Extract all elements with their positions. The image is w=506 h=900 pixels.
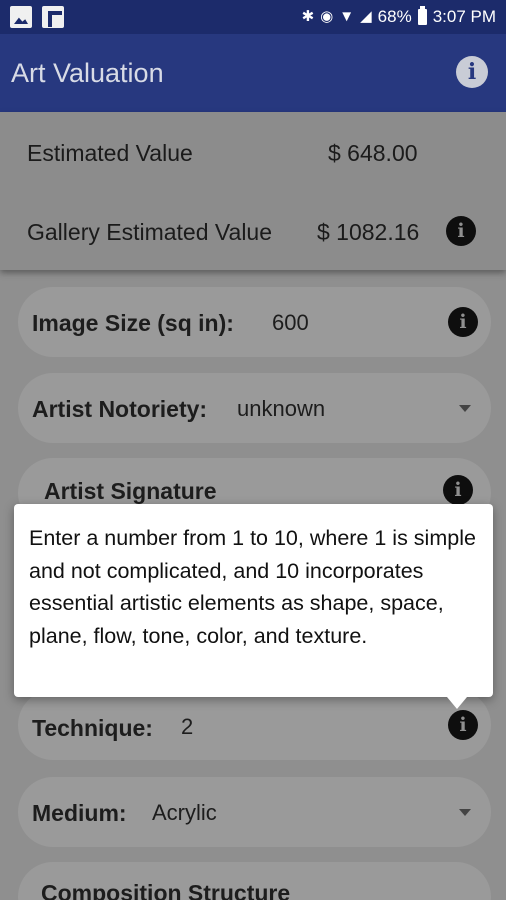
technique-info-icon[interactable]: i <box>448 710 478 740</box>
artist-signature-info-icon[interactable]: i <box>443 475 473 505</box>
battery-icon <box>417 6 427 25</box>
composition-structure-label: Composition Structure <box>41 880 291 900</box>
system-status: ✱ ◉ ▼ ◢ 68% 3:07 PM <box>302 6 496 28</box>
medium-field[interactable]: Medium: Acrylic <box>18 777 491 847</box>
artist-notoriety-select[interactable]: unknown <box>237 396 325 422</box>
image-size-field[interactable]: Image Size (sq in): 600 i <box>18 287 491 357</box>
battery-percent: 68% <box>377 7 412 26</box>
wifi-icon: ▼ <box>339 8 355 25</box>
signal-icon: ◢ <box>360 8 372 25</box>
medium-label: Medium: <box>32 800 127 826</box>
hotspot-icon: ◉ <box>320 8 334 25</box>
chevron-down-icon[interactable] <box>459 809 471 816</box>
app-bar: Art Valuation i <box>0 34 506 112</box>
image-size-input[interactable]: 600 <box>272 310 309 336</box>
estimated-value-label: Estimated Value <box>27 140 193 166</box>
technique-label: Technique: <box>32 715 153 741</box>
image-size-label: Image Size (sq in): <box>32 310 234 336</box>
image-notification-icon <box>10 6 32 28</box>
gallery-value-label: Gallery Estimated Value <box>27 219 273 245</box>
values-card: Estimated Value $ 648.00 Gallery Estimat… <box>0 112 506 270</box>
medium-select[interactable]: Acrylic <box>152 800 217 826</box>
artist-notoriety-field[interactable]: Artist Notoriety: unknown <box>18 373 491 443</box>
technique-field[interactable]: Technique: 2 i <box>18 690 491 760</box>
artist-notoriety-label: Artist Notoriety: <box>32 396 208 422</box>
estimated-value-amount: $ 648.00 <box>328 140 418 166</box>
chevron-down-icon[interactable] <box>459 405 471 412</box>
image-size-info-icon[interactable]: i <box>448 307 478 337</box>
clock: 3:07 PM <box>432 7 496 26</box>
app-title: Art Valuation <box>11 58 164 88</box>
flipboard-icon <box>42 6 64 28</box>
composition-structure-field[interactable]: Composition Structure <box>18 862 491 900</box>
gallery-value-amount: $ 1082.16 <box>317 219 420 245</box>
artist-signature-label: Artist Signature <box>44 478 217 504</box>
technique-input[interactable]: 2 <box>181 714 193 740</box>
bluetooth-icon: ✱ <box>301 8 315 25</box>
gallery-info-icon[interactable]: i <box>446 216 476 246</box>
status-bar: ✱ ◉ ▼ ◢ 68% 3:07 PM <box>0 0 506 34</box>
notification-icons <box>10 6 64 28</box>
info-icon[interactable]: i <box>456 56 488 88</box>
tooltip-text: Enter a number from 1 to 10, where 1 is … <box>29 526 476 648</box>
technique-info-tooltip: Enter a number from 1 to 10, where 1 is … <box>14 504 493 709</box>
